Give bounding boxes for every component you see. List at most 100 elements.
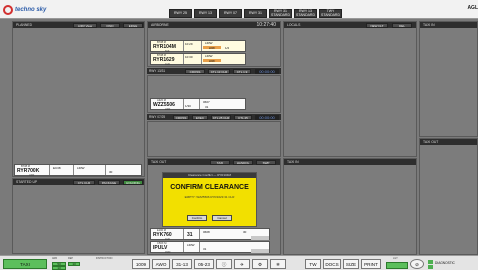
rwy-13-standard-button[interactable]: RWY 13 STANDARD xyxy=(294,9,317,18)
rwy-1331-label: RWY 13/31 xyxy=(149,69,166,73)
strip-field-3: LIRF xyxy=(203,46,221,50)
strip-field-3: 31 xyxy=(205,105,209,109)
taxi-out-right-header: TAXI OUT xyxy=(420,139,477,145)
strip-slot xyxy=(251,236,269,240)
diagnostic-label[interactable]: DIAGNOSTIC xyxy=(435,261,455,265)
status-led-1 xyxy=(428,260,433,264)
strip-divider xyxy=(199,229,200,239)
airborne-title: AIRBORNE xyxy=(151,23,169,27)
runway-31-13-button[interactable]: 31-13 xyxy=(172,259,192,269)
rwy-1331-cross-button[interactable]: CROSS xyxy=(185,68,205,74)
rwy-1331-bar: RWY 13/31 CROSS CTL 13 CLR CTL 1.9 00:00… xyxy=(147,68,281,74)
started-up-title: STARTED UP xyxy=(16,180,38,184)
strip-field-3: 30 xyxy=(109,170,113,174)
mute-icon[interactable]: ⊘ xyxy=(410,259,424,269)
strip-sub: CLR xyxy=(165,62,170,66)
strip-field-2: 0608 xyxy=(203,230,210,234)
user-label: AGL xyxy=(467,5,478,11)
print-button[interactable]: PRINT xyxy=(361,259,381,269)
dialog-title: CONFIRM CLEARANCE xyxy=(170,184,249,191)
dep-count: 13 xyxy=(68,262,80,266)
aircraft-icon[interactable]: ✈ xyxy=(234,259,250,269)
strip-divider xyxy=(183,41,184,51)
runway-05-23-button[interactable]: 05-23 xyxy=(194,259,214,269)
rwy-1331-ctl-button[interactable]: CTL 1.9 xyxy=(233,68,251,74)
rwy-25-button[interactable]: RWY 25 xyxy=(169,9,192,18)
taxi-mode-button[interactable]: TAXI xyxy=(3,259,47,269)
status-led-2 xyxy=(428,265,433,269)
strip-field-2: 31 xyxy=(203,247,207,251)
flight-strip-ryr104m[interactable]: B738 M RYR104M TAK 10:29 LIRW LIRF 1/2 xyxy=(150,40,246,53)
rwy-0725-label: RWY 07/25 xyxy=(149,115,166,119)
screen: techno sky RWY 25 RWY 13 RWY 07 RWY 31 R… xyxy=(0,0,478,270)
bottom-toolbar: TAXI ARR DEP INSTRUCTION 53 13 13 1009 A… xyxy=(0,255,478,270)
runway-0725-area xyxy=(147,121,281,157)
delete-button[interactable]: DEL xyxy=(392,23,412,28)
lgt-label: LGT xyxy=(393,257,398,260)
awo-button[interactable]: AWO xyxy=(152,259,170,269)
strip-sub: LIRF xyxy=(165,107,171,111)
holding-button[interactable]: HOLDING xyxy=(123,180,143,185)
edge-button[interactable]: EDGE xyxy=(123,23,143,28)
swp-button[interactable]: SWP xyxy=(256,160,276,165)
rwy-1331-ctl-clr-button[interactable]: CTL 13 CLR xyxy=(208,68,230,74)
rwy-0725-ctl-button[interactable]: CTL 25 xyxy=(234,114,252,120)
airv-view-button[interactable]: AIRV View xyxy=(73,23,97,28)
find-button[interactable]: FIND xyxy=(100,23,120,28)
taxi-button[interactable]: TAXI xyxy=(210,160,230,165)
strip-divider xyxy=(199,99,200,109)
logo-text: techno sky xyxy=(15,7,47,13)
lgt-status xyxy=(386,262,408,269)
rwy-0725-exec-button[interactable]: EXEC xyxy=(192,114,208,120)
rwy-13-button[interactable]: RWY 13 xyxy=(194,9,217,18)
confirm-clearance-dialog: Clearance Conflict — RYR104M CONFIRM CLE… xyxy=(162,172,257,227)
taxi-in-title: TAXI IN xyxy=(423,23,435,27)
tools-icon[interactable]: ⚙ xyxy=(252,259,268,269)
ctl-clr-button[interactable]: CTL CLR xyxy=(73,180,95,185)
strip-field-2: LIRW xyxy=(205,54,213,58)
rwy-0725-cross-button[interactable]: CROSS xyxy=(173,114,189,120)
clock: 10:27:40 xyxy=(256,22,276,28)
size-button[interactable]: SIZE xyxy=(343,259,359,269)
handol-button[interactable]: HANDOL xyxy=(233,160,253,165)
confirm-button[interactable]: Confirm xyxy=(187,215,207,221)
weather-icon[interactable]: ❄ xyxy=(270,259,286,269)
flight-strip-ryr700k[interactable]: B738 M RYR700K LIRF EC38 LIRW 30 xyxy=(14,164,142,177)
dep-label: DEP xyxy=(68,257,73,260)
flight-strip-wzz5506[interactable]: A320 M WZZ5506 LIRF 1/30 0607 31 xyxy=(150,98,246,111)
strip-field-3: 30 xyxy=(243,230,247,234)
strip-field-1: EC38 xyxy=(53,166,61,170)
taxi-out-title: TAXI OUT xyxy=(151,160,167,164)
strip-divider xyxy=(73,165,74,175)
package-button[interactable]: PACKAGE xyxy=(98,180,120,185)
docs-button[interactable]: DOCS xyxy=(323,259,341,269)
rwy-31-standard-button[interactable]: RWY 31 STANDARD xyxy=(269,9,292,18)
strip-field-1: 10:29 xyxy=(185,42,193,46)
strip-divider xyxy=(183,99,184,109)
rwy-0725-timer: 00:00:00 xyxy=(255,114,279,120)
rwy-31-button[interactable]: RWY 31 xyxy=(244,9,267,18)
dialog-message: EMPTY: WZZ5506 RYR1629 31 CLR xyxy=(184,195,235,199)
techno-sky-logo: techno sky xyxy=(3,5,75,15)
twy-standard-button[interactable]: TWY STANDARD xyxy=(319,9,342,18)
strip-field-1: 1/30 xyxy=(185,104,191,108)
planned-title: PLANNED xyxy=(16,23,33,27)
rwy-07-button[interactable]: RWY 07 xyxy=(219,9,242,18)
arr-count-2: 13 xyxy=(52,266,66,270)
flight-strip-ipulv[interactable]: C56X M IPULV 1530 LIRW 31 xyxy=(150,241,270,254)
taxi-in-panel-middle: TAXI IN xyxy=(283,158,417,255)
info-icon[interactable]: ⓘ xyxy=(216,259,232,269)
new-flight-button[interactable]: NEW FLT xyxy=(366,23,388,28)
rwy-0725-bar: RWY 07/25 CROSS EXEC CTL 25 CLR CTL 25 0… xyxy=(147,114,281,120)
strip-field-1: 10:30 xyxy=(185,55,193,59)
cancel-button[interactable]: Cancel xyxy=(212,215,232,221)
dialog-titlebar: Clearance Conflict — RYR104M xyxy=(163,173,256,178)
flight-strip-ryr1629[interactable]: B738 M RYR1629 CLR 10:30 LIRW LIRF xyxy=(150,53,246,66)
strip-field-2: LIRW xyxy=(77,166,85,170)
instruction-label: INSTRUCTION xyxy=(96,257,113,260)
tw-button[interactable]: TW xyxy=(305,259,321,269)
flight-strip-ryk760[interactable]: E190 M RYK760 CLR 31 0608 30 xyxy=(150,228,270,241)
taxi-in-middle-header: TAXI IN xyxy=(284,159,416,165)
rwy-0725-ctl-clr-button[interactable]: CTL 25 CLR xyxy=(211,114,231,120)
qnh-display[interactable]: 1009 xyxy=(132,259,150,269)
